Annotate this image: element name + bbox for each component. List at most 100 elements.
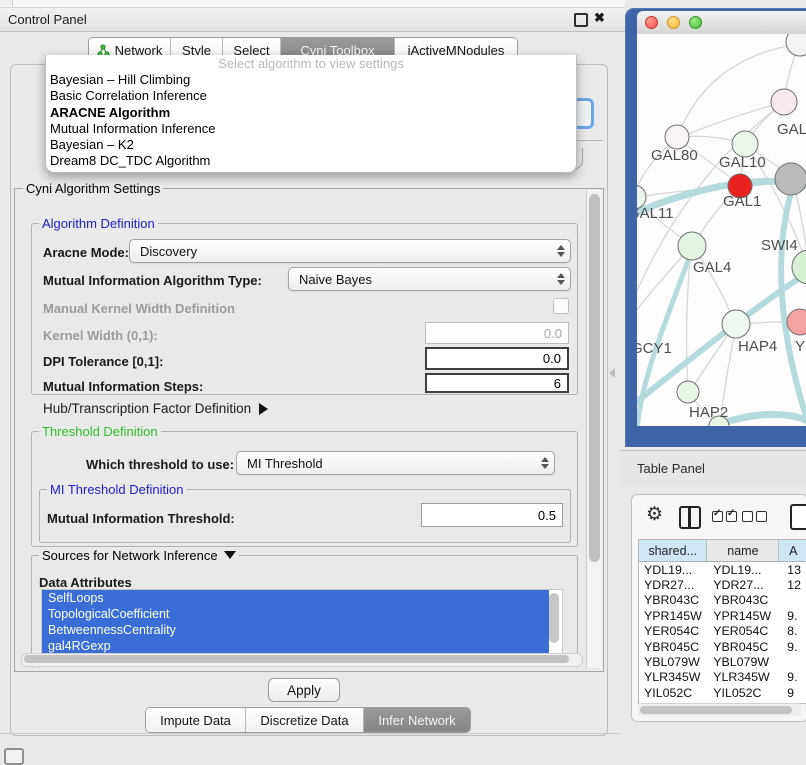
algorithm-option[interactable]: ARACNE Algorithm xyxy=(46,105,576,121)
mi-type-select[interactable]: Naive Bayes xyxy=(288,267,571,291)
settings-vscrollbar-thumb[interactable] xyxy=(589,194,600,562)
tab-discretize-data[interactable]: Discretize Data xyxy=(246,708,364,732)
node-HAP2[interactable] xyxy=(677,381,699,403)
node-salmon[interactable] xyxy=(787,309,806,335)
table-cell: YDR27... xyxy=(639,578,710,592)
table-cell: YBR045C xyxy=(639,640,710,654)
table-row[interactable]: YIL052CYIL052C9 xyxy=(639,685,806,698)
table-cell: YDL19... xyxy=(639,563,710,577)
table-cell: YER054C xyxy=(639,624,710,638)
dpi-tolerance-field[interactable]: 0.0 xyxy=(425,347,569,370)
float-window-icon[interactable] xyxy=(574,13,588,27)
gear-icon[interactable]: ⚙ xyxy=(646,503,663,526)
minimize-traffic-light-icon[interactable] xyxy=(667,16,680,29)
which-threshold-select[interactable]: MI Threshold xyxy=(236,451,555,475)
table-cell: YBR045C xyxy=(710,640,785,654)
hub-definition-label: Hub/Transcription Factor Definition xyxy=(43,401,251,416)
table-cell: YDL19... xyxy=(710,563,785,577)
table-row[interactable]: YBR043CYBR043C xyxy=(639,593,806,608)
mi-threshold-label: Mutual Information Threshold: xyxy=(47,511,235,526)
stepper-arrows-icon xyxy=(552,245,570,257)
apply-button[interactable]: Apply xyxy=(268,678,340,702)
attribute-item[interactable]: TopologicalCoefficient xyxy=(42,606,549,622)
deselect-all-icon[interactable] xyxy=(742,511,767,522)
stepper-arrows-icon xyxy=(536,457,554,469)
sources-hscrollbar[interactable] xyxy=(21,653,583,667)
attribute-item[interactable]: SelfLoops xyxy=(42,590,549,606)
control-panel-title: Control Panel xyxy=(8,12,87,27)
panel-splitter-grip[interactable] xyxy=(609,368,615,378)
node-HAP4[interactable] xyxy=(722,310,750,338)
algorithm-option[interactable]: Mutual Information Inference xyxy=(46,121,576,137)
table-cell: YBR043C xyxy=(639,593,710,607)
close-icon[interactable]: ✖ xyxy=(594,10,605,26)
algorithm-option[interactable]: Basic Correlation Inference xyxy=(46,88,576,104)
table-row[interactable]: YDL19...YDL19...13 xyxy=(639,562,806,577)
select-all-icon[interactable] xyxy=(712,511,737,522)
table-row[interactable]: YLR345WYLR345W9. xyxy=(639,670,806,685)
node-attribute-table[interactable]: shared...nameA YDL19...YDL19...13YDR27..… xyxy=(638,539,806,704)
attribute-item[interactable]: BetweennessCentrality xyxy=(42,622,549,638)
mi-steps-field[interactable]: 6 xyxy=(425,373,569,393)
node-top-partial[interactable] xyxy=(786,34,806,56)
table-row[interactable]: YER054CYER054C8. xyxy=(639,624,806,639)
algorithm-list: Bayesian – Hill ClimbingBasic Correlatio… xyxy=(46,72,576,170)
table-row[interactable]: YBR045CYBR045C9. xyxy=(639,639,806,654)
settings-vscrollbar[interactable] xyxy=(586,190,602,668)
column-header-a[interactable]: A xyxy=(779,540,806,561)
table-cell: YIL052C xyxy=(710,686,785,698)
aracne-mode-select[interactable]: Discovery xyxy=(129,239,571,263)
columns-icon[interactable] xyxy=(679,506,701,529)
mi-type-label: Mutual Information Algorithm Type: xyxy=(43,273,262,288)
table-row[interactable]: YPR145WYPR145W9. xyxy=(639,608,806,623)
minimized-panel-icon[interactable] xyxy=(4,748,24,765)
table-row[interactable]: YBL079WYBL079W xyxy=(639,654,806,669)
sources-toggle[interactable]: Sources for Network Inference xyxy=(39,548,239,563)
network-view-window: GALGAL80GAL10GAL1GAL11SWI4GAL4GCY1HAP4YH… xyxy=(625,8,806,447)
table-cell: 9 xyxy=(785,686,806,698)
algorithm-option[interactable]: Bayesian – Hill Climbing xyxy=(46,72,576,88)
data-attributes-list[interactable]: SelfLoopsTopologicalCoefficientBetweenne… xyxy=(41,589,563,659)
network-canvas[interactable]: GALGAL80GAL10GAL1GAL11SWI4GAL4GCY1HAP4YH… xyxy=(637,34,806,426)
table-cell: YDR27... xyxy=(710,578,785,592)
aracne-mode-label: Aracne Mode: xyxy=(43,245,129,260)
network-graph[interactable]: GALGAL80GAL10GAL1GAL11SWI4GAL4GCY1HAP4YH… xyxy=(637,34,806,426)
node-label-gal10: GAL10 xyxy=(719,154,766,171)
node-GAL80[interactable] xyxy=(665,125,689,149)
tab-impute-data[interactable]: Impute Data xyxy=(146,708,246,732)
kernel-width-label: Kernel Width (0,1): xyxy=(43,328,158,343)
table-cell: 9. xyxy=(785,670,806,684)
table-hscrollbar[interactable] xyxy=(638,703,801,716)
sources-hscrollbar-thumb[interactable] xyxy=(24,655,569,663)
node-gray[interactable] xyxy=(775,163,806,195)
node-GAL4[interactable] xyxy=(678,232,706,260)
column-header-shared[interactable]: shared... xyxy=(639,540,707,561)
which-threshold-label: Which threshold to use: xyxy=(86,457,234,472)
table-panel-header: Table Panel xyxy=(620,450,806,487)
node-pink-upper[interactable] xyxy=(771,89,797,115)
table-row[interactable]: YDR27...YDR27...12 xyxy=(639,577,806,592)
manual-kernel-checkbox[interactable] xyxy=(553,298,569,314)
kernel-width-field[interactable]: 0.0 xyxy=(425,322,569,344)
manual-kernel-label: Manual Kernel Width Definition xyxy=(43,301,235,316)
tab-label: Infer Network xyxy=(378,713,455,728)
table-cell: 9. xyxy=(785,640,806,654)
zoom-traffic-light-icon[interactable] xyxy=(689,16,702,29)
mi-threshold-field[interactable]: 0.5 xyxy=(421,503,563,527)
attribute-item[interactable]: gal4RGexp xyxy=(42,638,549,654)
function-builder-icon[interactable] xyxy=(790,504,806,530)
table-cell: YBL079W xyxy=(639,655,710,669)
close-traffic-light-icon[interactable] xyxy=(645,16,658,29)
algorithm-option[interactable]: Dream8 DC_TDC Algorithm xyxy=(46,153,576,169)
network-edge xyxy=(688,102,784,134)
algorithm-option[interactable]: Bayesian – K2 xyxy=(46,137,576,153)
hub-definition-toggle[interactable]: Hub/Transcription Factor Definition xyxy=(43,401,268,416)
table-cell: 12 xyxy=(785,578,806,592)
network-window-titlebar[interactable] xyxy=(637,11,806,35)
attributes-scrollbar[interactable] xyxy=(549,593,559,643)
table-hscrollbar-thumb[interactable] xyxy=(640,706,792,714)
cyni-mode-tabs: Impute DataDiscretize Data Infer Network xyxy=(145,707,471,733)
tab-infer-network[interactable]: Infer Network xyxy=(364,708,470,732)
node-label-hap4: HAP4 xyxy=(738,338,777,355)
column-header-name[interactable]: name xyxy=(707,540,779,561)
